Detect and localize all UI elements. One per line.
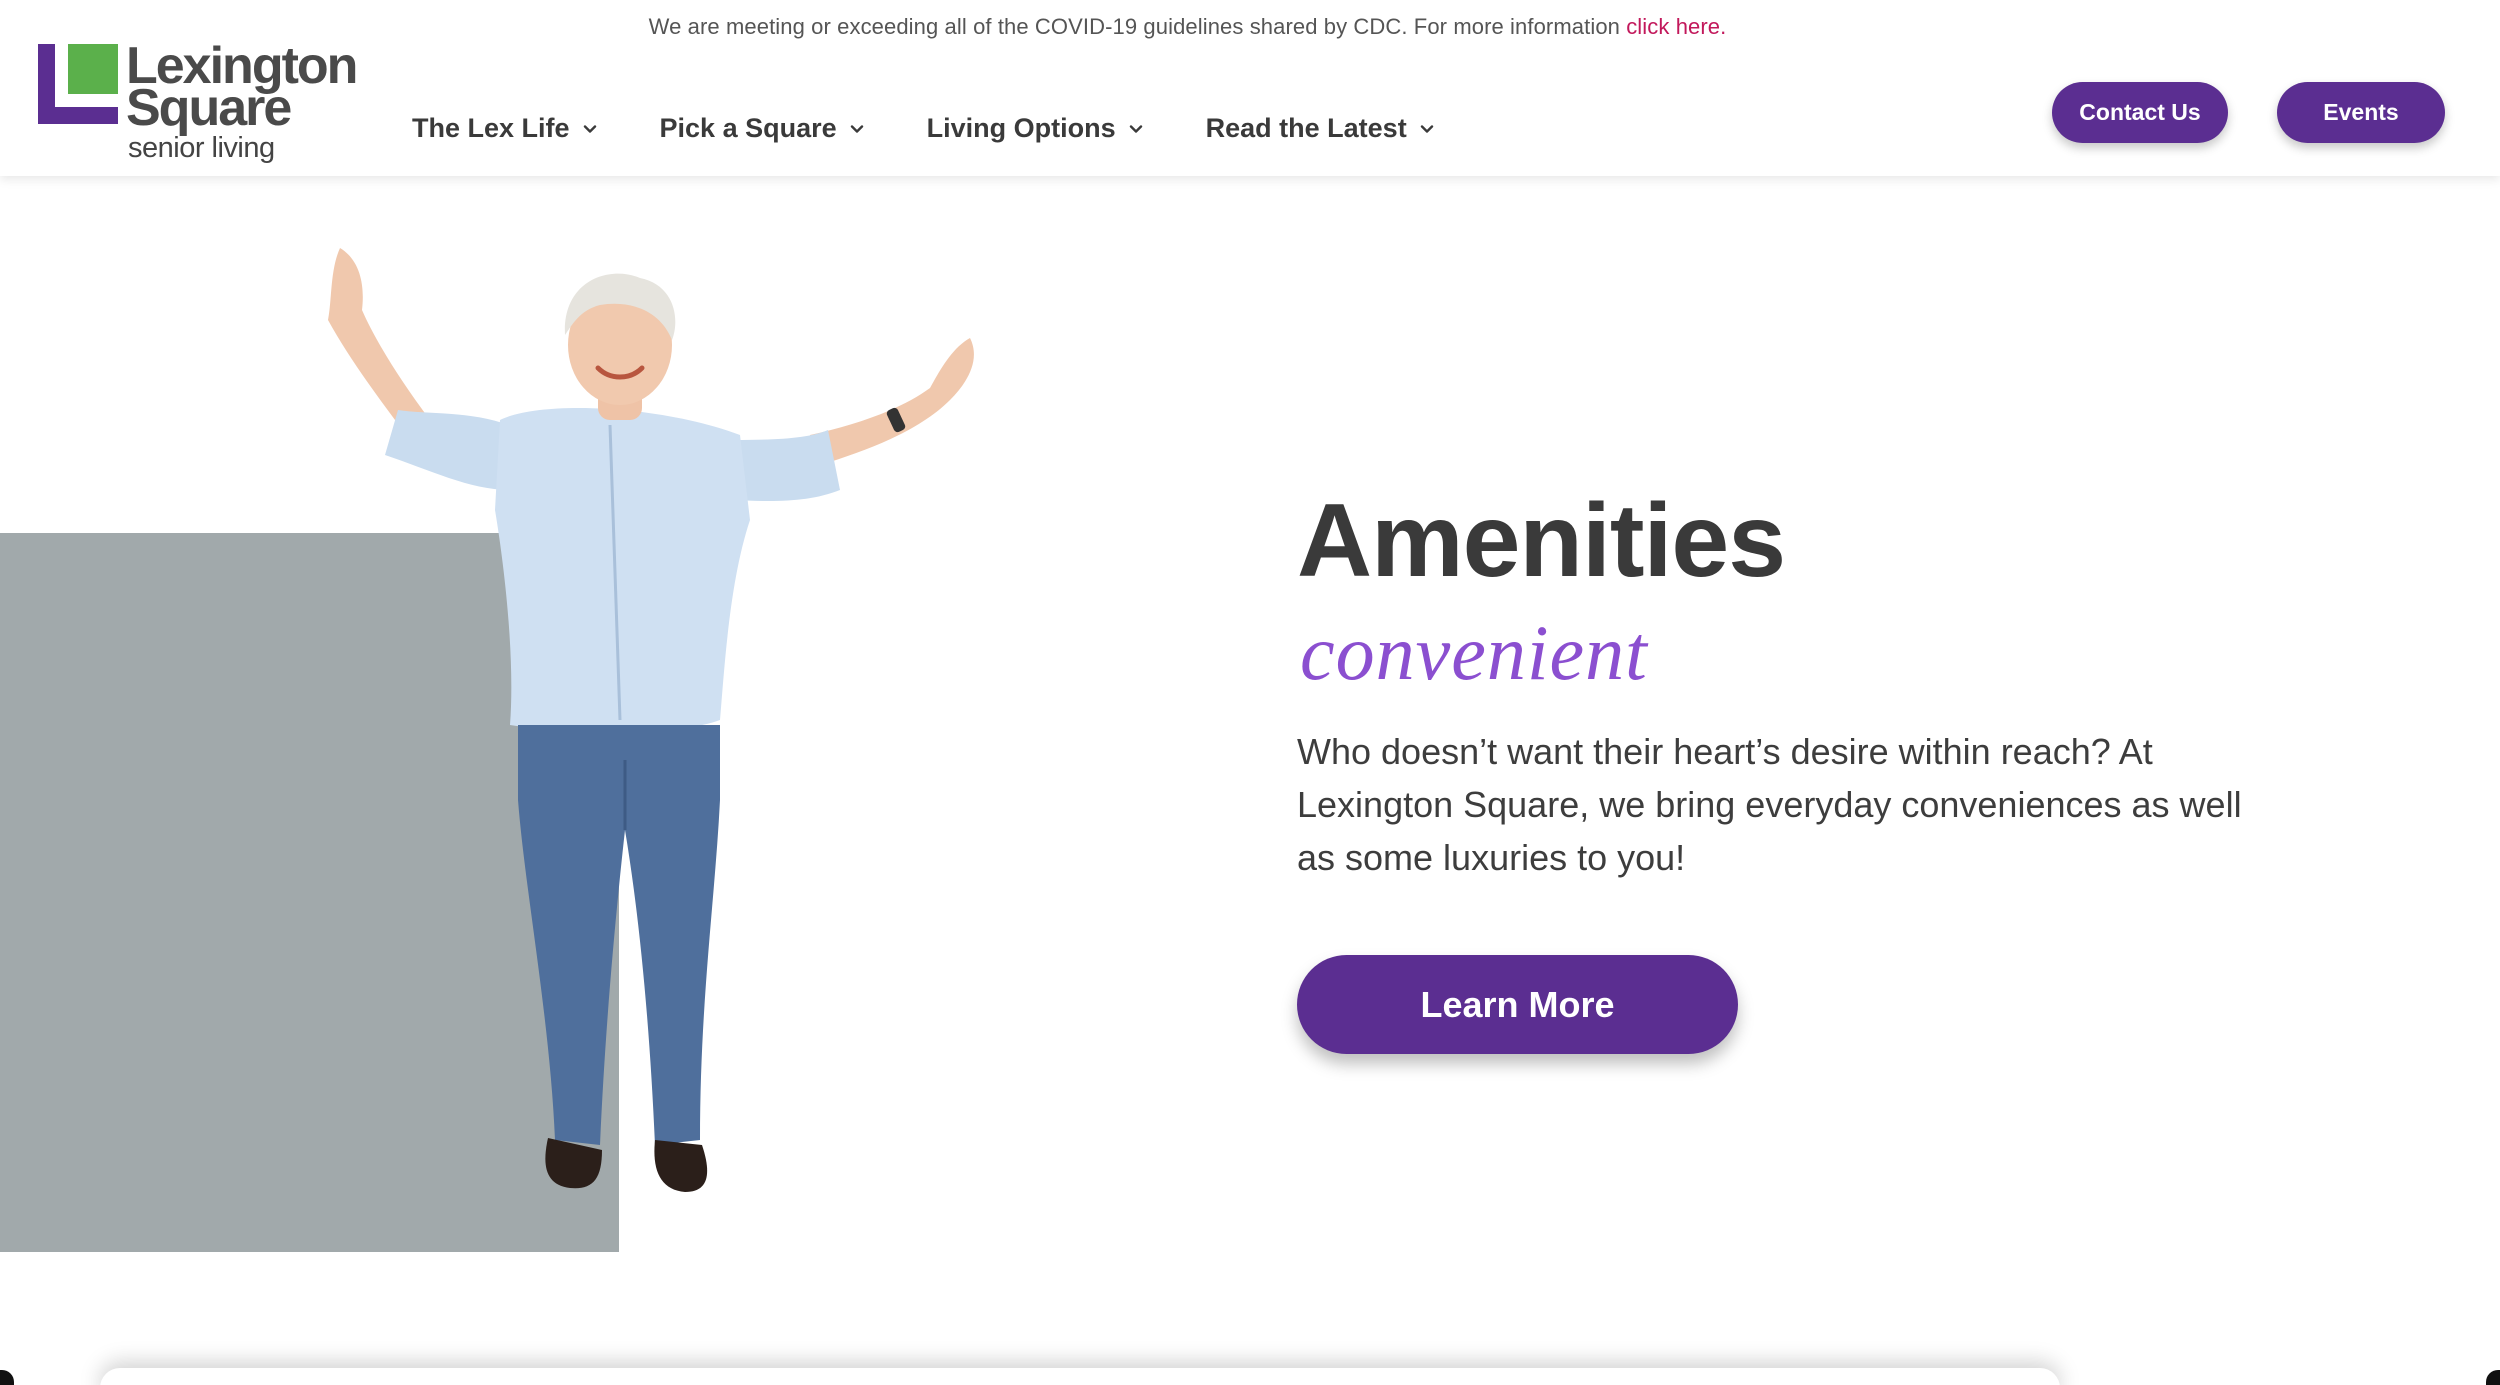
- hero-woman-image: [328, 248, 974, 1192]
- window-corner-right: [2486, 1370, 2500, 1385]
- hero-subtitle: convenient: [1300, 609, 1648, 696]
- nav-item-read-the-latest[interactable]: Read the Latest: [1206, 113, 1435, 144]
- learn-more-button[interactable]: Learn More: [1297, 955, 1738, 1054]
- chevron-down-icon: [1129, 124, 1142, 133]
- main-nav: The Lex Life Pick a Square Living Option…: [412, 113, 1497, 144]
- nav-item-pick-a-square[interactable]: Pick a Square: [660, 113, 865, 144]
- covid-notice-bar: We are meeting or exceeding all of the C…: [0, 14, 2500, 40]
- nav-item-label: Pick a Square: [659, 113, 837, 143]
- nav-item-label: Living Options: [926, 113, 1116, 143]
- window-corner-left: [0, 1370, 14, 1385]
- site-header: We are meeting or exceeding all of the C…: [0, 0, 2500, 176]
- chevron-down-icon: [583, 124, 596, 133]
- hero-description: Who doesn’t want their heart’s desire wi…: [1297, 731, 2242, 878]
- lexington-square-logo[interactable]: Lexington Square senior living: [38, 40, 358, 170]
- chevron-down-icon: [1420, 124, 1433, 133]
- nav-item-label: The Lex Life: [412, 113, 570, 143]
- chevron-down-icon: [850, 124, 863, 133]
- nav-item-label: Read the Latest: [1205, 113, 1407, 143]
- nav-item-living-options[interactable]: Living Options: [927, 113, 1144, 144]
- contact-us-button[interactable]: Contact Us: [2052, 82, 2228, 143]
- covid-notice-text: We are meeting or exceeding all of the C…: [648, 14, 1627, 39]
- next-section-card-edge: [100, 1368, 2060, 1385]
- logo-text-line2: Square: [126, 79, 292, 137]
- logo-mark-purple-base: [38, 107, 118, 124]
- hero-title: Amenities: [1297, 483, 1786, 599]
- covid-notice-link[interactable]: click here.: [1626, 14, 1726, 39]
- nav-item-the-lex-life[interactable]: The Lex Life: [412, 113, 598, 144]
- events-button[interactable]: Events: [2277, 82, 2445, 143]
- logo-mark-green: [68, 44, 118, 94]
- logo-text-line3: senior living: [128, 132, 275, 164]
